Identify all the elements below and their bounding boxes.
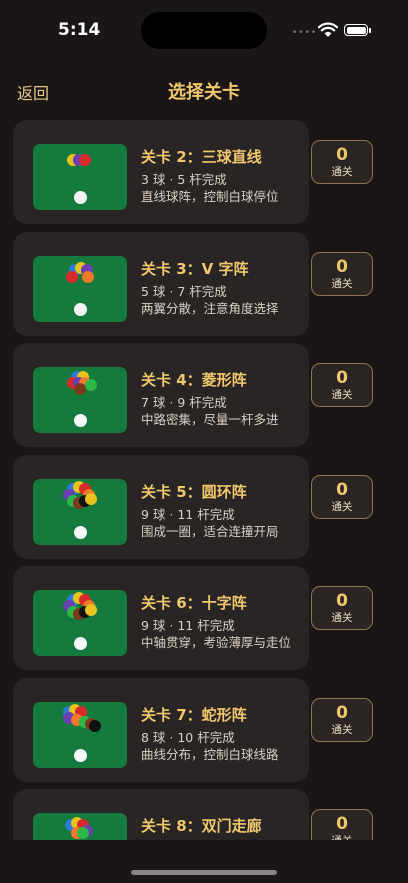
wifi-icon bbox=[318, 22, 338, 37]
clear-count: 0 bbox=[336, 256, 348, 277]
level-description: 中路密集，尽量一杆多进 bbox=[141, 412, 279, 427]
level-title: 关卡 5：圆环阵 bbox=[141, 482, 247, 501]
nav-bar: 返回 选择关卡 bbox=[0, 72, 408, 108]
clear-label: 通关 bbox=[331, 612, 353, 624]
clear-count: 0 bbox=[336, 702, 348, 723]
status-time: 5:14 bbox=[58, 20, 101, 40]
cue-ball bbox=[74, 191, 87, 204]
clear-label: 通关 bbox=[331, 277, 353, 290]
level-card[interactable]: 关卡 4：菱形阵 7 球 · 9 杆完成 中路密集，尽量一杆多进 bbox=[13, 343, 309, 447]
level-card[interactable]: 关卡 7：蛇形阵 8 球 · 10 杆完成 曲线分布，控制白球线路 bbox=[13, 677, 309, 782]
level-row[interactable]: 关卡 2：三球直线 3 球 · 5 杆完成 直线球阵，控制白球停位 0 通关 bbox=[0, 120, 408, 224]
level-description: 中轴贯穿，考验薄厚与走位 bbox=[141, 635, 292, 650]
level-description: 曲线分布，控制白球线路 bbox=[141, 746, 279, 762]
clear-count-badge: 0通关 bbox=[311, 474, 373, 519]
status-bar: 5:14 •••• bbox=[0, 0, 408, 60]
level-row[interactable]: 关卡 4：菱形阵 7 球 · 9 杆完成 中路密集，尽量一杆多进 0 通关 bbox=[0, 343, 408, 447]
clear-label: 通关 bbox=[331, 389, 353, 401]
clear-count-badge: 0通关 bbox=[311, 363, 373, 407]
object-ball bbox=[74, 383, 86, 395]
clear-count-badge: 0通关 bbox=[311, 251, 373, 296]
level-description: 两翼分散，注意角度选择 bbox=[141, 300, 279, 316]
clear-count-badge: 0通关 bbox=[311, 586, 373, 630]
level-card[interactable]: 关卡 5：圆环阵 9 球 · 11 杆完成 围成一圈，适合连撞开局 bbox=[13, 454, 309, 559]
clear-label: 通关 bbox=[331, 723, 353, 736]
dynamic-island bbox=[141, 12, 267, 49]
cue-ball bbox=[74, 302, 87, 316]
object-ball bbox=[85, 604, 97, 616]
level-card[interactable]: 关卡 8：双门走廊 bbox=[13, 789, 309, 840]
clear-count: 0 bbox=[336, 814, 348, 834]
pool-table-preview bbox=[33, 255, 127, 322]
level-row[interactable]: 关卡 7：蛇形阵 8 球 · 10 杆完成 曲线分布，控制白球线路 0 通关 bbox=[0, 677, 408, 782]
clear-count-badge: 0通关 bbox=[311, 140, 373, 184]
clear-count: 0 bbox=[336, 368, 348, 388]
level-card[interactable]: 关卡 6：十字阵 9 球 · 11 杆完成 中轴贯穿，考验薄厚与走位 bbox=[13, 566, 309, 670]
level-row[interactable]: 关卡 3：V 字阵 5 球 · 7 杆完成 两翼分散，注意角度选择 0 通关 bbox=[0, 231, 408, 336]
level-title: 关卡 4：菱形阵 bbox=[141, 371, 247, 389]
page-title: 选择关卡 bbox=[168, 82, 240, 103]
object-ball bbox=[89, 719, 101, 732]
cue-ball bbox=[74, 525, 87, 539]
level-row[interactable]: 关卡 8：双门走廊 0通关 bbox=[0, 789, 408, 840]
object-ball bbox=[85, 492, 97, 505]
level-list[interactable]: 关卡 2：三球直线 3 球 · 5 杆完成 直线球阵，控制白球停位 0 通关 关卡 3：V… bbox=[0, 120, 408, 840]
level-description: 直线球阵，控制白球停位 bbox=[141, 189, 279, 204]
clear-count-badge: 0通关 bbox=[311, 697, 373, 742]
battery-icon bbox=[344, 24, 371, 36]
signal-dots-icon: •••• bbox=[292, 28, 318, 38]
clear-label: 通关 bbox=[331, 166, 353, 178]
level-title: 关卡 2：三球直线 bbox=[141, 148, 262, 166]
clear-count-badge: 0通关 bbox=[311, 809, 373, 840]
clear-label: 通关 bbox=[331, 500, 353, 513]
object-ball bbox=[77, 827, 89, 839]
pool-table-preview bbox=[33, 144, 127, 210]
clear-count: 0 bbox=[336, 479, 348, 500]
level-title: 关卡 6：十字阵 bbox=[141, 594, 247, 612]
clear-label: 通关 bbox=[312, 834, 372, 840]
clear-count: 0 bbox=[336, 591, 348, 611]
pool-table-preview bbox=[33, 813, 127, 840]
level-card[interactable]: 关卡 2：三球直线 3 球 · 5 杆完成 直线球阵，控制白球停位 bbox=[13, 120, 309, 224]
pool-table-preview bbox=[33, 701, 127, 768]
level-title: 关卡 3：V 字阵 bbox=[141, 259, 249, 278]
pool-table-preview bbox=[33, 367, 127, 433]
level-card[interactable]: 关卡 3：V 字阵 5 球 · 7 杆完成 两翼分散，注意角度选择 bbox=[13, 231, 309, 336]
cue-ball bbox=[74, 748, 87, 762]
object-ball bbox=[79, 154, 91, 166]
level-row[interactable]: 关卡 5：圆环阵 9 球 · 11 杆完成 围成一圈，适合连撞开局 0 通关 bbox=[0, 454, 408, 559]
cue-ball bbox=[74, 414, 87, 427]
object-ball bbox=[66, 270, 78, 283]
level-title: 关卡 8：双门走廊 bbox=[141, 817, 262, 835]
level-description: 围成一圈，适合连撞开局 bbox=[141, 523, 279, 539]
cue-ball bbox=[74, 637, 87, 650]
pool-table-preview bbox=[33, 478, 127, 545]
pool-table-preview bbox=[33, 590, 127, 656]
level-row[interactable]: 关卡 6：十字阵 9 球 · 11 杆完成 中轴贯穿，考验薄厚与走位 0 通关 bbox=[0, 566, 408, 670]
clear-count: 0 bbox=[336, 145, 348, 165]
home-indicator bbox=[131, 870, 277, 875]
object-ball bbox=[82, 270, 94, 283]
level-title: 关卡 7：蛇形阵 bbox=[141, 705, 247, 724]
object-ball bbox=[85, 379, 97, 391]
